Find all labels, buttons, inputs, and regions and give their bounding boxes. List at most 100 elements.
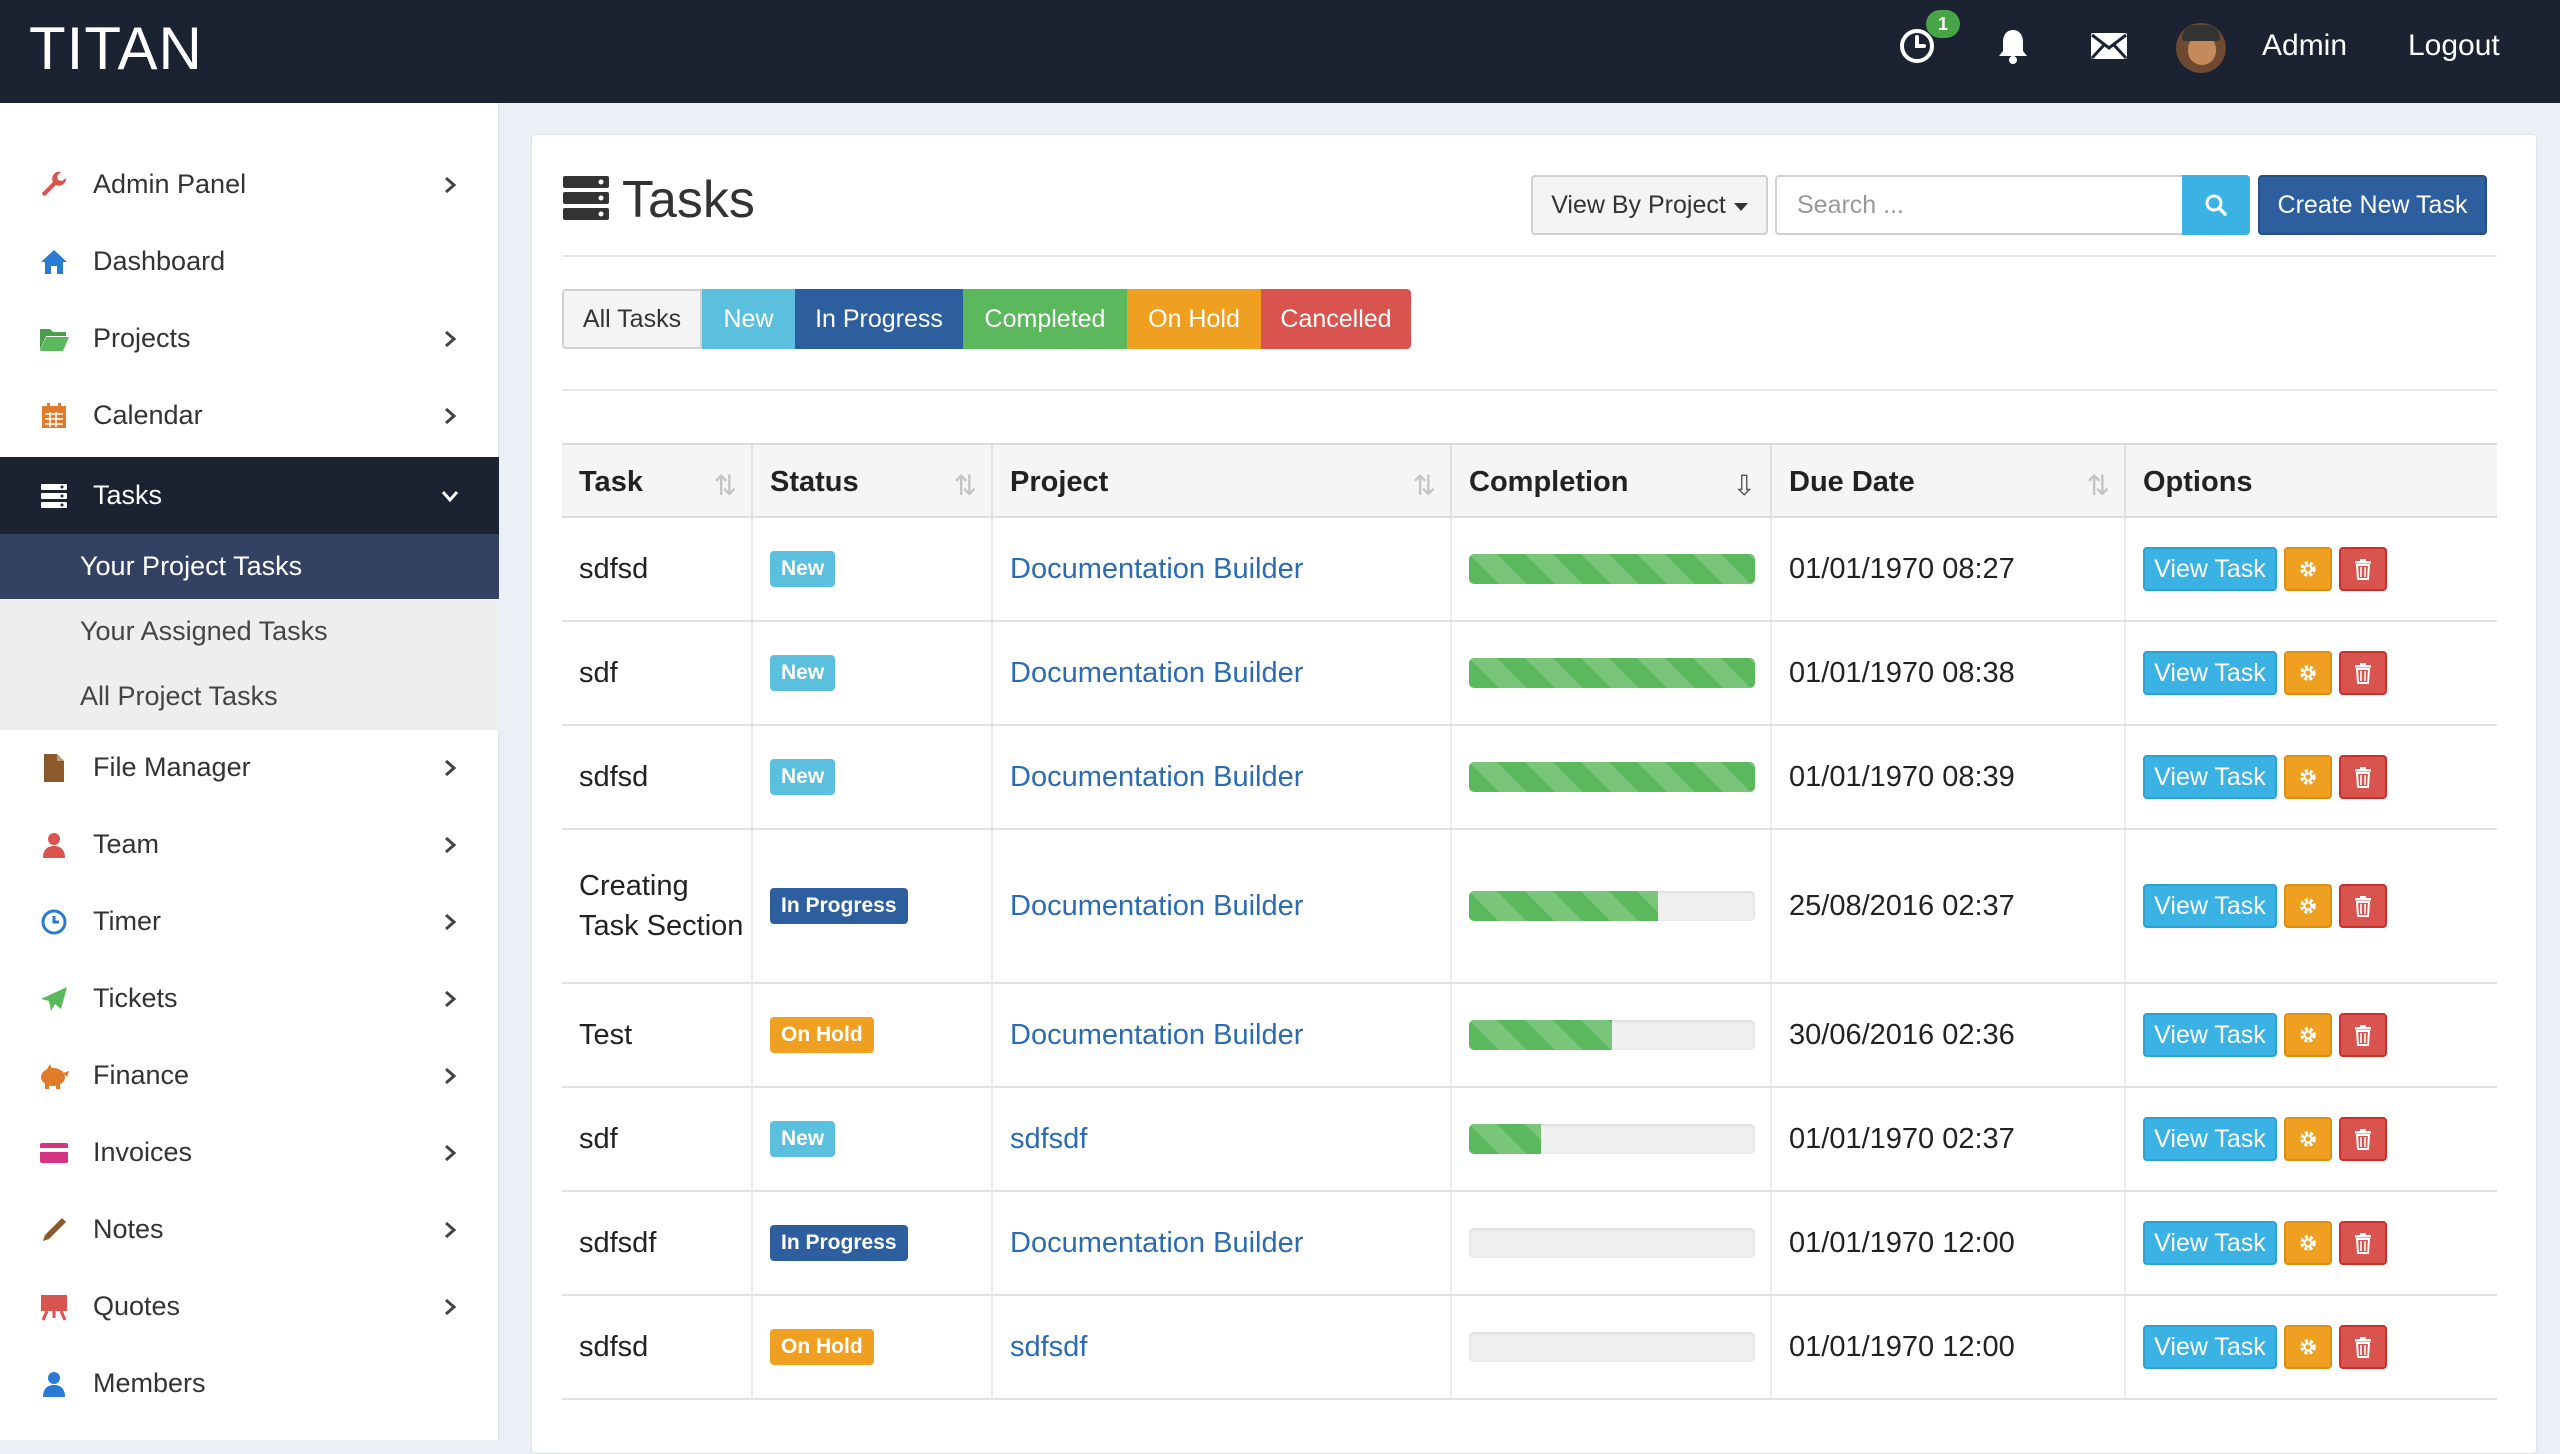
submenu-item-your-project-tasks[interactable]: Your Project Tasks (0, 534, 499, 599)
gear-icon (2300, 1027, 2316, 1043)
submenu-item-your-assigned-tasks[interactable]: Your Assigned Tasks (0, 599, 499, 664)
sidebar-item-finance[interactable]: Finance (0, 1037, 499, 1114)
view-task-button[interactable]: View Task (2143, 1221, 2277, 1265)
table-row: sdfsd On Hold sdfsdf 01/01/1970 12:00 View T… (562, 1296, 2497, 1400)
sidebar-item-notes[interactable]: Notes (0, 1191, 499, 1268)
sort-icon: ⇅ (713, 470, 737, 501)
due-date-cell: 01/01/1970 08:27 (1772, 518, 2126, 620)
sidebar-item-admin-panel[interactable]: Admin Panel (0, 146, 499, 223)
sidebar-item-label: Timer (93, 906, 161, 936)
view-task-button[interactable]: View Task (2143, 651, 2277, 695)
filter-completed[interactable]: Completed (963, 289, 1127, 349)
project-link[interactable]: Documentation Builder (1010, 1019, 1303, 1052)
sidebar-item-projects[interactable]: Projects (0, 300, 499, 377)
status-badge: On Hold (770, 1017, 874, 1053)
completion-cell (1452, 1088, 1772, 1190)
sidebar-item-file-manager[interactable]: File Manager (0, 729, 499, 806)
trash-icon (2355, 1129, 2371, 1150)
view-task-button[interactable]: View Task (2143, 755, 2277, 799)
due-date-cell: 01/01/1970 08:39 (1772, 726, 2126, 828)
project-link[interactable]: sdfsdf (1010, 1331, 1087, 1364)
sidebar-item-label: Notes (93, 1214, 164, 1244)
bell-icon[interactable] (1993, 26, 2033, 66)
delete-task-button[interactable] (2339, 755, 2387, 799)
create-new-task-button[interactable]: Create New Task (2258, 175, 2487, 235)
view-task-button[interactable]: View Task (2143, 1117, 2277, 1161)
column-header-task[interactable]: Task ⇅ (562, 445, 753, 520)
table-row: Test On Hold Documentation Builder 30/06/20… (562, 984, 2497, 1088)
project-link[interactable]: Documentation Builder (1010, 553, 1303, 586)
logout-link[interactable]: Logout (2408, 29, 2500, 63)
delete-task-button[interactable] (2339, 1117, 2387, 1161)
column-header-status[interactable]: Status ⇅ (753, 445, 993, 520)
edit-task-button[interactable] (2284, 755, 2332, 799)
filter-new[interactable]: New (702, 289, 795, 349)
status-cell: On Hold (753, 1296, 993, 1398)
credit-card-icon (38, 1137, 70, 1169)
sidebar-item-tasks[interactable]: Tasks (0, 457, 499, 534)
sidebar-item-timer[interactable]: Timer (0, 883, 499, 960)
edit-task-button[interactable] (2284, 1221, 2332, 1265)
column-header-due-date[interactable]: Due Date ⇅ (1772, 445, 2126, 520)
sidebar-item-calendar[interactable]: Calendar (0, 377, 499, 454)
brand-logo[interactable]: TITAN (29, 14, 203, 83)
delete-task-button[interactable] (2339, 651, 2387, 695)
task-name-cell: sdfsd (562, 518, 753, 620)
filter-on-hold[interactable]: On Hold (1127, 289, 1261, 349)
delete-task-button[interactable] (2339, 1221, 2387, 1265)
search-icon (2205, 194, 2227, 216)
sidebar-item-team[interactable]: Team (0, 806, 499, 883)
view-task-button[interactable]: View Task (2143, 1325, 2277, 1369)
sidebar-item-label: Tasks (93, 480, 163, 510)
options-cell: View Task (2126, 984, 2497, 1086)
options-cell: View Task (2126, 830, 2497, 982)
submenu-item-label: All Project Tasks (80, 681, 278, 711)
submenu-item-all-project-tasks[interactable]: All Project Tasks (0, 664, 499, 729)
sidebar-item-tickets[interactable]: Tickets (0, 960, 499, 1037)
column-header-completion[interactable]: Completion ⇩ (1452, 445, 1772, 520)
progress-fill (1469, 658, 1755, 688)
task-name-cell: sdf (562, 622, 753, 724)
project-link[interactable]: Documentation Builder (1010, 1227, 1303, 1260)
search-input[interactable] (1775, 175, 2183, 235)
delete-task-button[interactable] (2339, 547, 2387, 591)
filter-all-tasks[interactable]: All Tasks (562, 289, 702, 349)
edit-task-button[interactable] (2284, 884, 2332, 928)
filter-in-progress[interactable]: In Progress (795, 289, 963, 349)
project-cell: Documentation Builder (993, 830, 1452, 982)
user-name-link[interactable]: Admin (2262, 29, 2347, 63)
project-cell: sdfsdf (993, 1088, 1452, 1190)
edit-task-button[interactable] (2284, 1013, 2332, 1057)
edit-task-button[interactable] (2284, 651, 2332, 695)
edit-task-button[interactable] (2284, 1117, 2332, 1161)
project-link[interactable]: sdfsdf (1010, 1123, 1087, 1156)
project-link[interactable]: Documentation Builder (1010, 890, 1303, 923)
delete-task-button[interactable] (2339, 884, 2387, 928)
project-link[interactable]: Documentation Builder (1010, 761, 1303, 794)
sidebar-item-quotes[interactable]: Quotes (0, 1268, 499, 1345)
edit-task-button[interactable] (2284, 1325, 2332, 1369)
filter-cancelled[interactable]: Cancelled (1261, 289, 1411, 349)
sidebar-item-label: Finance (93, 1060, 190, 1090)
view-task-button[interactable]: View Task (2143, 547, 2277, 591)
delete-task-button[interactable] (2339, 1325, 2387, 1369)
view-task-button[interactable]: View Task (2143, 1013, 2277, 1057)
column-header-project[interactable]: Project ⇅ (993, 445, 1452, 520)
project-link[interactable]: Documentation Builder (1010, 657, 1303, 690)
sidebar-item-invoices[interactable]: Invoices (0, 1114, 499, 1191)
status-badge: New (770, 551, 836, 587)
view-task-button[interactable]: View Task (2143, 884, 2277, 928)
avatar[interactable] (2176, 23, 2226, 73)
sidebar-item-dashboard[interactable]: Dashboard (0, 223, 499, 300)
envelope-icon[interactable] (2089, 26, 2129, 66)
sidebar-item-label: Quotes (93, 1291, 181, 1321)
view-by-project-dropdown[interactable]: View By Project (1531, 175, 1768, 235)
delete-task-button[interactable] (2339, 1013, 2387, 1057)
gear-icon (2300, 1339, 2316, 1355)
trash-icon (2355, 896, 2371, 917)
search-button[interactable] (2182, 175, 2250, 235)
sidebar-item-members[interactable]: Members (0, 1345, 499, 1422)
view-by-label: View By Project (1551, 190, 1726, 219)
completion-cell (1452, 518, 1772, 620)
edit-task-button[interactable] (2284, 547, 2332, 591)
